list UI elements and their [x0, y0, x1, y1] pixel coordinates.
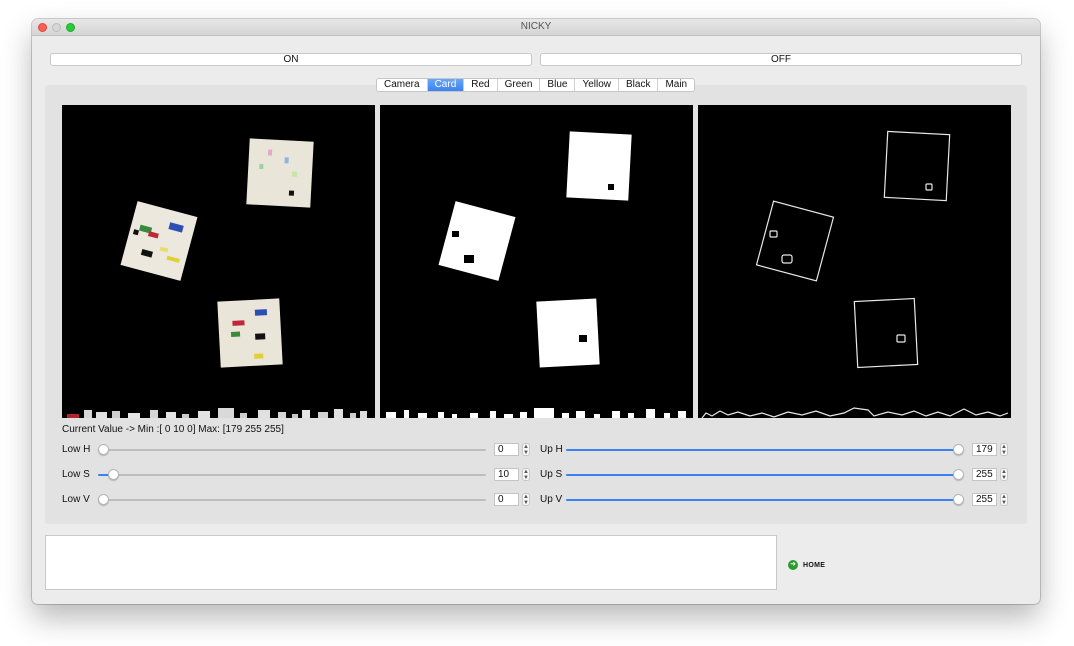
up-h-input[interactable]: 179 — [972, 443, 997, 456]
tab-card[interactable]: Card — [427, 79, 465, 91]
tab-green[interactable]: Green — [497, 79, 541, 91]
masked-image-view — [62, 105, 375, 418]
low-h-label: Low H — [62, 444, 91, 455]
low-v-input[interactable]: 0 — [494, 493, 519, 506]
up-s-input[interactable]: 255 — [972, 468, 997, 481]
title-bar: NICKY — [32, 19, 1040, 36]
low-h-slider[interactable] — [98, 444, 486, 455]
up-s-slider-fill — [566, 474, 959, 476]
arrow-right-circle-icon: ➜ — [788, 560, 798, 570]
low-s-input[interactable]: 10 — [494, 468, 519, 481]
low-v-slider[interactable] — [98, 494, 486, 505]
low-h-slider-handle[interactable] — [98, 444, 109, 455]
low-v-slider-handle[interactable] — [98, 494, 109, 505]
up-h-slider-handle[interactable] — [953, 444, 964, 455]
up-v-stepper[interactable]: ▲ ▼ — [1000, 493, 1008, 506]
up-v-slider[interactable] — [566, 494, 964, 505]
low-s-slider[interactable] — [98, 469, 486, 480]
up-s-slider[interactable] — [566, 469, 964, 480]
tab-black[interactable]: Black — [618, 79, 659, 91]
low-s-slider-handle[interactable] — [108, 469, 120, 480]
low-h-stepper[interactable]: ▲ ▼ — [522, 443, 530, 456]
window-title: NICKY — [520, 21, 552, 32]
main-window: NICKY ON OFF Camera Card Red Green Blue … — [32, 19, 1040, 604]
on-button[interactable]: ON — [50, 53, 532, 66]
up-s-label: Up S — [540, 469, 563, 480]
up-h-stepper[interactable]: ▲ ▼ — [1000, 443, 1008, 456]
tab-blue[interactable]: Blue — [540, 79, 576, 91]
tab-yellow[interactable]: Yellow — [575, 79, 619, 91]
up-h-label: Up H — [540, 444, 563, 455]
off-button[interactable]: OFF — [540, 53, 1022, 66]
up-s-stepper[interactable]: ▲ ▼ — [1000, 468, 1008, 481]
tab-camera[interactable]: Camera — [377, 79, 428, 91]
binary-mask-view — [380, 105, 693, 418]
low-s-label: Low S — [62, 469, 90, 480]
up-h-slider-fill — [566, 449, 959, 451]
up-v-label: Up V — [540, 494, 563, 505]
low-h-input[interactable]: 0 — [494, 443, 519, 456]
up-v-slider-fill — [566, 499, 959, 501]
tab-bar: Camera Card Red Green Blue Yellow Black … — [376, 78, 696, 92]
up-v-slider-handle[interactable] — [953, 494, 964, 505]
current-value-readout: Current Value -> Min :[ 0 10 0] Max: [17… — [62, 424, 284, 435]
up-h-slider[interactable] — [566, 444, 964, 455]
tab-main[interactable]: Main — [658, 79, 695, 91]
up-s-slider-handle[interactable] — [953, 469, 964, 480]
up-v-input[interactable]: 255 — [972, 493, 997, 506]
home-button[interactable]: ➜ HOME — [788, 559, 825, 571]
home-label: HOME — [803, 561, 826, 569]
log-output-area[interactable] — [45, 535, 777, 590]
contour-view — [698, 105, 1011, 418]
low-v-stepper[interactable]: ▲ ▼ — [522, 493, 530, 506]
tab-red[interactable]: Red — [464, 79, 498, 91]
low-s-stepper[interactable]: ▲ ▼ — [522, 468, 530, 481]
low-v-label: Low V — [62, 494, 90, 505]
